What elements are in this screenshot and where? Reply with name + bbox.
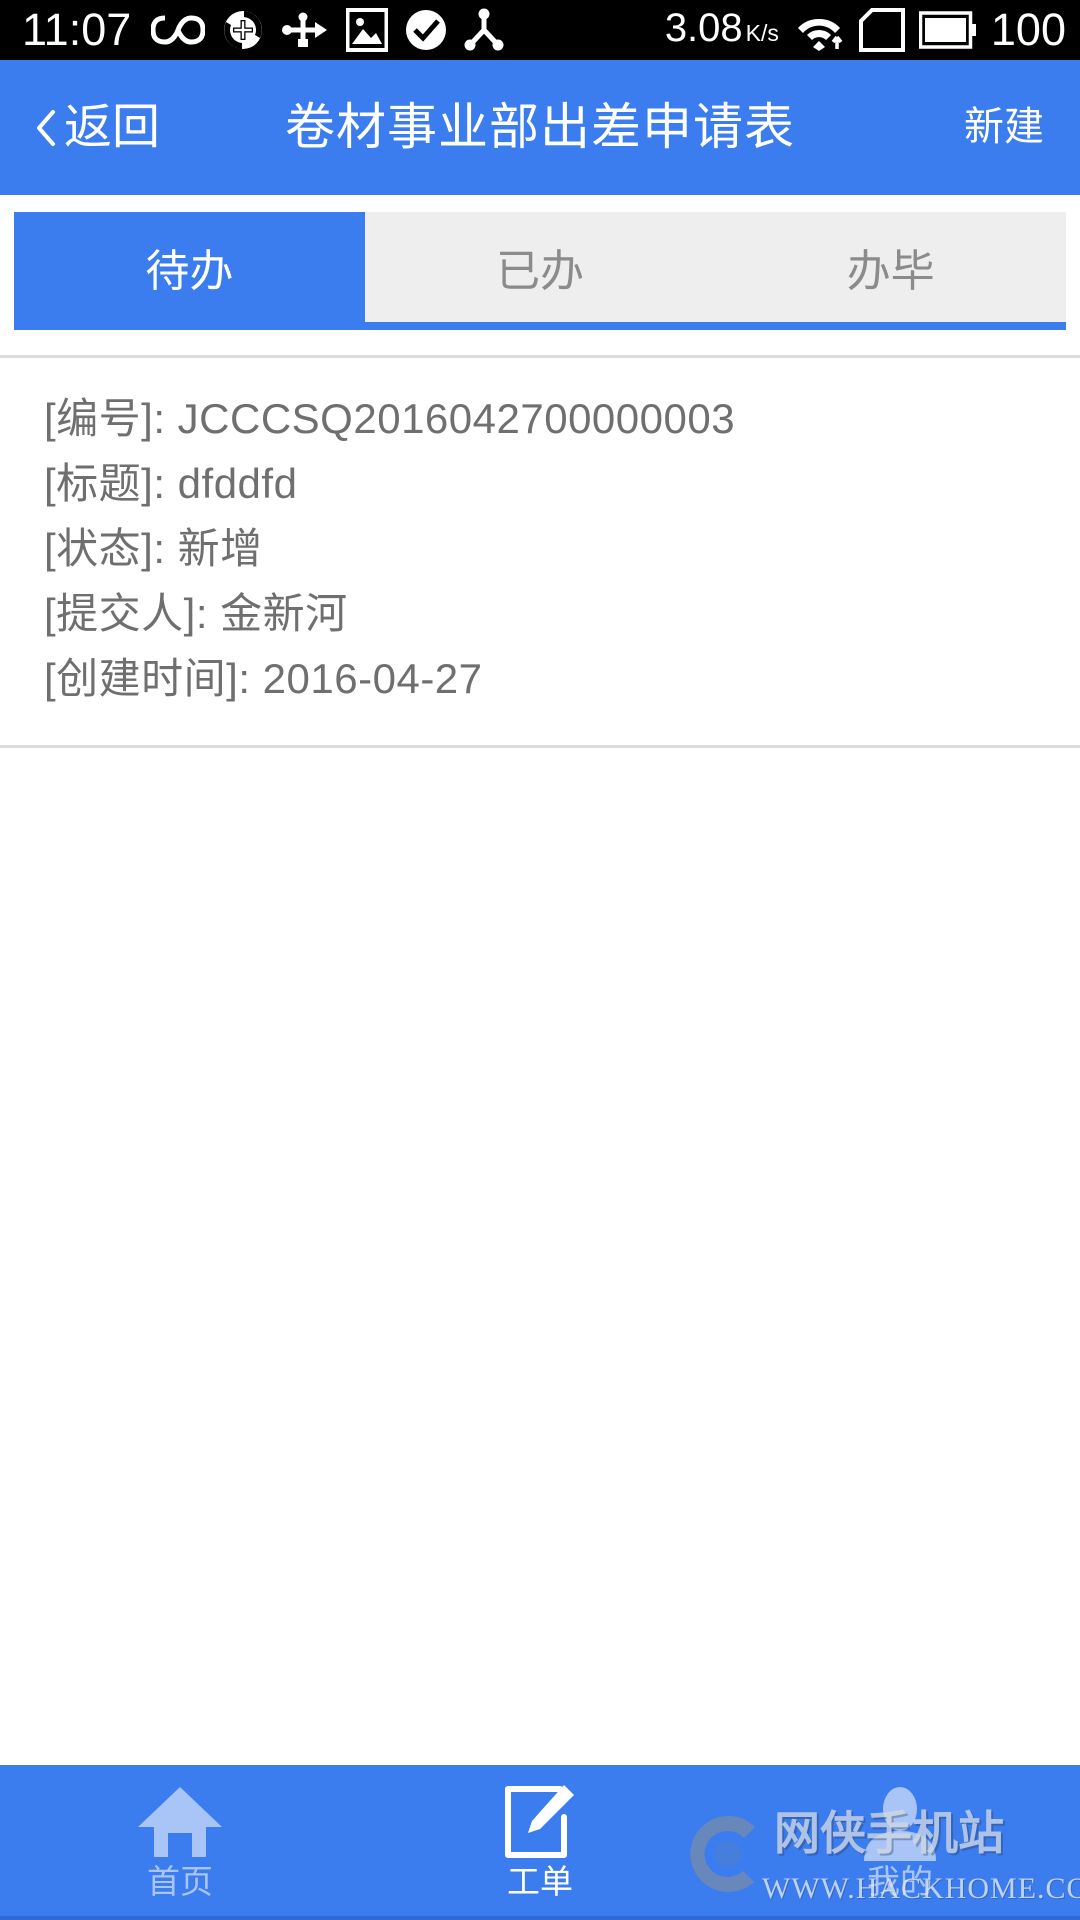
tab-processed[interactable]: 已办 <box>365 212 716 322</box>
app-header: 返回 卷材事业部出差申请表 新建 <box>0 60 1080 195</box>
field-created-time: [创建时间]: 2016-04-27 <box>44 655 483 702</box>
field-title: [标题]: dfddfd <box>44 460 298 507</box>
nav-item-profile-label: 我的 <box>867 1863 933 1900</box>
home-icon <box>136 1783 224 1861</box>
tab-processed-label: 已办 <box>496 247 584 296</box>
field-submitter: [提交人]: 金新河 <box>44 590 348 637</box>
nav-item-home-label: 首页 <box>147 1863 213 1900</box>
back-button-label: 返回 <box>64 100 161 154</box>
nav-item-workorder-label: 工单 <box>507 1863 573 1900</box>
list-item[interactable]: [编号]: JCCCSQ2016042700000003 [标题]: dfddf… <box>0 355 1080 748</box>
chevron-left-icon <box>34 109 56 147</box>
wifi-icon <box>793 9 845 51</box>
status-bar-notification-icons <box>151 8 504 52</box>
battery-icon <box>918 11 977 49</box>
tab-pending-label: 待办 <box>145 247 234 296</box>
share-nodes-icon <box>464 8 504 52</box>
tab-completed-label: 办毕 <box>846 247 935 296</box>
battery-percentage: 100 <box>990 4 1066 55</box>
edit-document-icon <box>502 1783 578 1861</box>
nav-item-home[interactable]: 首页 <box>0 1765 360 1916</box>
sim-card-icon <box>858 8 905 52</box>
status-bar-clock: 11:07 <box>22 4 132 55</box>
usb-icon <box>281 10 329 50</box>
check-circle-icon <box>405 9 447 51</box>
work-order-list: [编号]: JCCCSQ2016042700000003 [标题]: dfddf… <box>0 355 1080 1765</box>
field-code: [编号]: JCCCSQ2016042700000003 <box>44 395 736 442</box>
tab-completed[interactable]: 办毕 <box>715 212 1066 322</box>
nav-item-profile[interactable]: 我的 <box>720 1765 1080 1916</box>
network-speed: 3.08 K/s <box>665 0 779 63</box>
page-title: 卷材事业部出差申请表 <box>285 99 795 155</box>
status-bar: 11:07 3.08 K/s 100 <box>0 0 1080 60</box>
nav-item-workorder[interactable]: 工单 <box>360 1755 720 1916</box>
network-speed-value: 3.08 <box>664 5 743 50</box>
new-button[interactable]: 新建 <box>964 60 1044 195</box>
tab-bar: 待办 已办 办毕 <box>0 195 1080 330</box>
sync-add-icon <box>222 9 264 51</box>
field-status: [状态]: 新增 <box>44 525 263 572</box>
tab-pending[interactable]: 待办 <box>14 212 365 322</box>
user-profile-icon <box>860 1783 940 1861</box>
tab-group: 待办 已办 办毕 <box>14 212 1066 322</box>
back-button[interactable]: 返回 <box>0 60 160 195</box>
tab-underline <box>14 322 1066 330</box>
network-speed-unit: K/s <box>745 19 779 46</box>
bottom-navigation: 首页 工单 我的 <box>0 1755 1080 1920</box>
active-tab-notch <box>360 1755 720 1765</box>
status-bar-system-icons: 3.08 K/s 100 <box>665 0 1066 63</box>
infinity-icon <box>151 12 206 48</box>
image-icon <box>346 8 389 52</box>
